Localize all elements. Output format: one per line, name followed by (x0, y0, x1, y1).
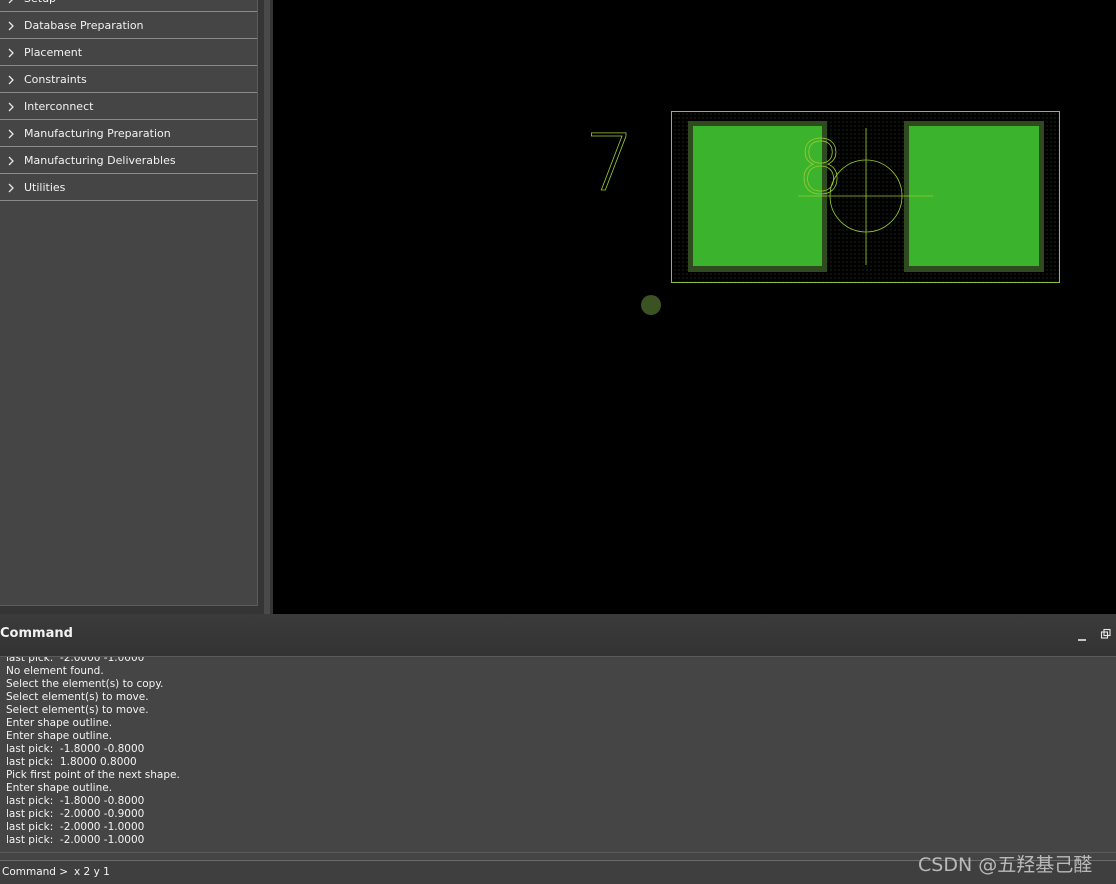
log-line: last pick: -2.0000 -1.0000 (6, 657, 145, 664)
log-line: No element found. (6, 665, 104, 677)
pin1-marker (641, 295, 661, 315)
panel-splitter[interactable] (264, 0, 270, 614)
chevron-right-icon (8, 48, 14, 58)
restore-icon[interactable] (1100, 628, 1112, 640)
workflow-item-label: Database Preparation (24, 19, 144, 32)
log-line: Enter shape outline. (6, 782, 113, 794)
workflow-item-interconnect[interactable]: Interconnect (0, 94, 257, 120)
chevron-right-icon (8, 21, 14, 31)
workflow-item-label: Interconnect (24, 100, 94, 113)
workflow-item-database-preparation[interactable]: Database Preparation (0, 13, 257, 39)
command-prompt: Command > (2, 866, 69, 878)
log-line: last pick: 1.8000 0.8000 (6, 756, 137, 768)
command-panel-title: Command (0, 626, 73, 641)
workflow-item-label: Placement (24, 46, 83, 59)
log-line: Enter shape outline. (6, 730, 113, 742)
command-input[interactable] (74, 864, 474, 880)
workflow-item-label: Manufacturing Preparation (24, 127, 171, 140)
chevron-right-icon (8, 75, 14, 85)
workflow-item-label: Utilities (24, 181, 66, 194)
command-panel: Command last pick: -2.0000 -1.0000 No el… (0, 614, 1116, 884)
workflow-item-manufacturing-preparation[interactable]: Manufacturing Preparation (0, 121, 257, 147)
workflow-item-placement[interactable]: Placement (0, 40, 257, 66)
log-line: last pick: -1.8000 -0.8000 (6, 795, 145, 807)
chevron-right-icon (8, 102, 14, 112)
chevron-right-icon (8, 183, 14, 193)
workflow-item-manufacturing-deliverables[interactable]: Manufacturing Deliverables (0, 148, 257, 174)
refdes-label: 8 (797, 125, 844, 211)
watermark: CSDN @五羟基己醛 (918, 854, 1093, 876)
log-line: Pick first point of the next shape. (6, 769, 180, 781)
workflow-panel: Setup Database Preparation Placement Con… (0, 0, 258, 606)
command-panel-header: Command (0, 614, 1116, 657)
workflow-item-label: Constraints (24, 73, 87, 86)
log-line: Select the element(s) to copy. (6, 678, 164, 690)
footprint-drawing: 7 8 (585, 111, 1060, 315)
workflow-item-setup[interactable]: Setup (0, 0, 257, 12)
workflow-item-label: Manufacturing Deliverables (24, 154, 176, 167)
command-log[interactable]: last pick: -2.0000 -1.0000 No element fo… (0, 657, 1116, 853)
app-window: Setup Database Preparation Placement Con… (0, 0, 1116, 884)
log-line: Enter shape outline. (6, 717, 113, 729)
workflow-item-label: Setup (24, 0, 56, 12)
log-line: last pick: -2.0000 -1.0000 (6, 821, 145, 833)
log-line: Select element(s) to move. (6, 691, 149, 703)
log-line: last pick: -2.0000 -0.9000 (6, 808, 145, 820)
chevron-right-icon (8, 129, 14, 139)
workflow-item-utilities[interactable]: Utilities (0, 175, 257, 201)
log-line: Select element(s) to move. (6, 704, 149, 716)
log-line: last pick: -1.8000 -0.8000 (6, 743, 145, 755)
workflow-item-constraints[interactable]: Constraints (0, 67, 257, 93)
chevron-right-icon (8, 156, 14, 166)
log-line: last pick: -2.0000 -1.0000 (6, 834, 145, 846)
design-canvas[interactable]: 7 8 (273, 0, 1116, 614)
chevron-right-icon (8, 0, 13, 4)
pin-label: 7 (585, 119, 635, 209)
minimize-icon[interactable] (1076, 628, 1088, 642)
